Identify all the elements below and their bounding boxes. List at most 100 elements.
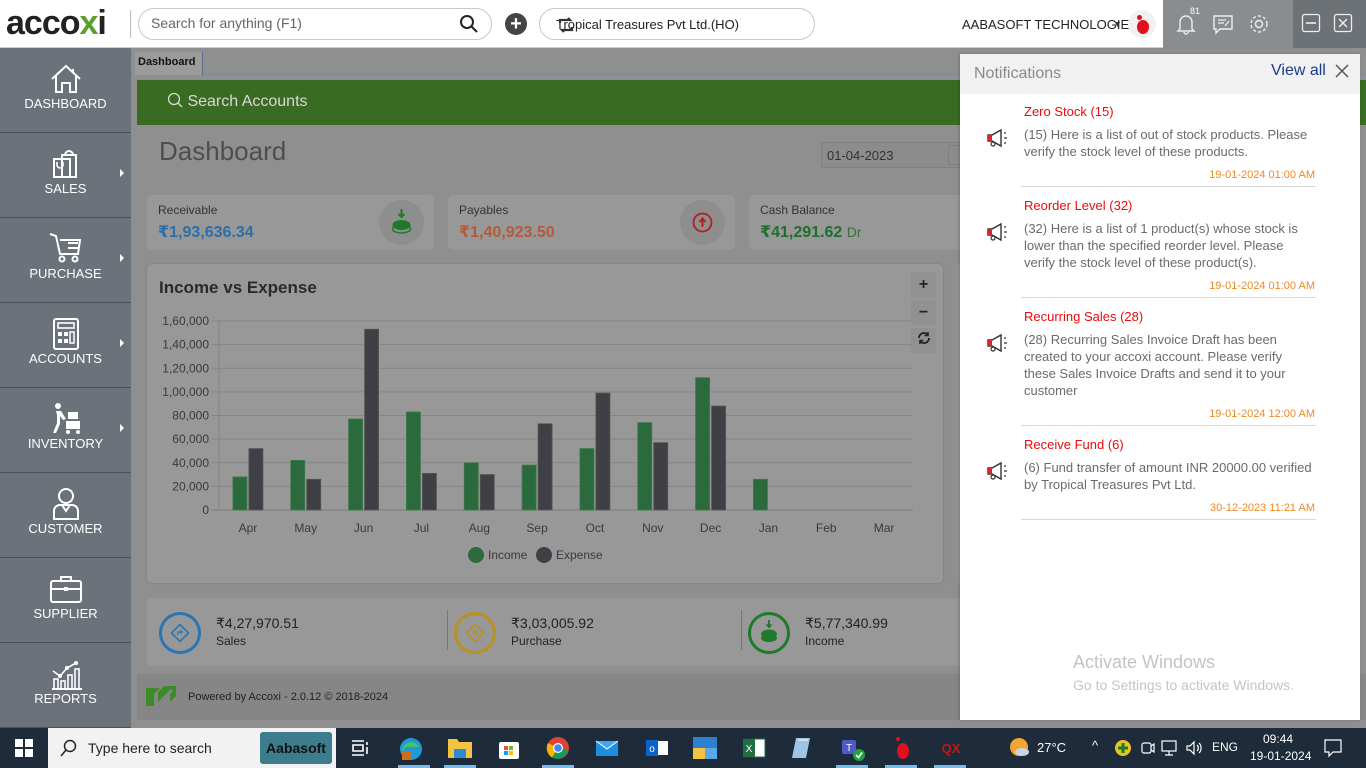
search-icon[interactable] <box>459 14 479 39</box>
y-tick-label: 40,000 <box>172 456 209 470</box>
view-all-link[interactable]: View all <box>1271 62 1326 80</box>
settings-gear-icon[interactable] <box>1248 13 1270 40</box>
divider <box>1021 425 1316 426</box>
global-search-box[interactable] <box>138 8 492 40</box>
volume-icon[interactable] <box>1185 738 1205 758</box>
calculator-icon <box>53 318 79 350</box>
notification-title[interactable]: Zero Stock (15) <box>1024 104 1114 119</box>
app-tile-icon[interactable] <box>693 736 717 760</box>
window-controls <box>1293 0 1366 48</box>
x-tick-label: Nov <box>642 521 663 535</box>
global-search-input[interactable] <box>151 15 451 31</box>
x-tick-label: Feb <box>816 521 837 535</box>
show-hidden-icons-chevron[interactable]: ^ <box>1092 738 1098 753</box>
search-accounts-placeholder: Search Accounts <box>187 93 308 110</box>
sidebar-item-dashboard[interactable]: DASHBOARD <box>0 48 131 133</box>
chart-zoom-in-button[interactable]: + <box>911 272 936 297</box>
sidebar-item-label: DASHBOARD <box>24 96 107 111</box>
bar-expense <box>422 472 437 511</box>
teams-icon[interactable]: T <box>840 736 865 761</box>
tray-app-icon[interactable] <box>1113 738 1133 758</box>
network-icon[interactable] <box>1160 738 1180 758</box>
notification-title[interactable]: Reorder Level (32) <box>1024 198 1132 213</box>
receivable-card[interactable]: Receivable ₹1,93,636.34 <box>147 195 434 250</box>
input-language[interactable]: ENG <box>1212 740 1238 754</box>
sidebar-item-customer[interactable]: CUSTOMER <box>0 473 131 558</box>
search-accounts-field[interactable]: Search Accounts <box>167 92 308 111</box>
y-tick-label: 1,00,000 <box>162 385 209 399</box>
accoxi-logo[interactable]: accoxi <box>6 4 107 43</box>
refresh-icon <box>917 332 930 344</box>
task-view-icon[interactable] <box>348 736 372 760</box>
y-tick-label: 1,40,000 <box>162 338 209 352</box>
chart-zoom-out-button[interactable]: − <box>911 300 936 325</box>
summary-amount: ₹3,03,005.92 <box>511 615 594 631</box>
megaphone-icon <box>985 333 1011 358</box>
notification-count-badge: 81 <box>1190 6 1201 16</box>
watermark-line2: Go to Settings to activate Windows. <box>1073 677 1294 693</box>
app-window: accoxi + Tropical Treasures Pvt Ltd.(HO)… <box>0 0 1366 768</box>
submenu-arrow-icon <box>120 169 124 177</box>
notification-date: 19-01-2024 01:00 AM <box>1209 280 1315 292</box>
sidebar-item-accounts[interactable]: ACCOUNTS <box>0 303 131 388</box>
sidebar-item-purchase[interactable]: PURCHASE <box>0 218 131 303</box>
meet-now-icon[interactable] <box>1140 738 1156 758</box>
clock-date[interactable]: 19-01-2024 <box>1250 749 1311 763</box>
y-tick-label: 0 <box>202 503 209 517</box>
megaphone-icon <box>985 128 1011 153</box>
weather-icon[interactable] <box>1007 736 1031 760</box>
notification-title[interactable]: Receive Fund (6) <box>1024 437 1124 452</box>
minimize-icon[interactable] <box>1301 13 1321 38</box>
top-bar: accoxi + Tropical Treasures Pvt Ltd.(HO)… <box>0 0 1366 48</box>
sidebar-item-label: INVENTORY <box>27 436 104 451</box>
bell-icon[interactable] <box>1176 13 1196 40</box>
summary-purchase[interactable]: ₹3,03,005.92 Purchase <box>442 598 732 666</box>
caret-down-icon[interactable]: ▼ <box>1113 19 1122 29</box>
company-selector[interactable]: Tropical Treasures Pvt Ltd.(HO) <box>539 8 815 40</box>
sidebar-item-supplier[interactable]: SUPPLIER <box>0 558 131 643</box>
payables-card[interactable]: Payables ₹1,40,923.50 <box>448 195 735 250</box>
user-avatar[interactable] <box>1128 10 1156 38</box>
outlook-icon[interactable]: o <box>645 736 669 760</box>
edge-browser-icon[interactable] <box>398 736 422 760</box>
x-tick-label: Jul <box>414 521 429 535</box>
chrome-browser-icon[interactable] <box>546 736 570 760</box>
aabasoft-app-icon[interactable] <box>890 736 914 760</box>
excel-icon[interactable]: X <box>742 736 766 760</box>
sidebar-item-sales[interactable]: SALES <box>0 133 131 218</box>
organization-name[interactable]: AABASOFT TECHNOLOGIES <box>962 17 1138 32</box>
feedback-icon[interactable] <box>1212 13 1234 40</box>
notifications-header: Notifications View all <box>960 54 1360 94</box>
bar-expense <box>306 478 322 511</box>
switch-company-icon[interactable] <box>556 15 804 38</box>
tab-dashboard[interactable]: Dashboard <box>135 52 203 75</box>
notification-body: (15) Here is a list of out of stock prod… <box>1024 127 1308 159</box>
notification-date: 19-01-2024 01:00 AM <box>1209 169 1315 181</box>
qx-app-icon[interactable]: QX <box>938 736 962 760</box>
sidebar-item-reports[interactable]: REPORTS <box>0 643 131 728</box>
date-from-picker[interactable]: 01-04-2023 <box>821 142 962 168</box>
file-explorer-icon[interactable] <box>447 736 472 760</box>
microsoft-store-icon[interactable] <box>497 736 521 760</box>
bar-income <box>695 377 710 511</box>
bar-expense <box>537 423 553 511</box>
mail-icon[interactable] <box>595 736 619 760</box>
svg-text:X: X <box>746 744 753 755</box>
notepad-icon[interactable] <box>790 736 814 760</box>
bar-income <box>753 478 768 511</box>
chart-reset-button[interactable] <box>911 328 936 353</box>
clock-time[interactable]: 09:44 <box>1263 732 1293 746</box>
action-center-icon[interactable] <box>1323 738 1343 758</box>
close-window-icon[interactable] <box>1333 13 1353 38</box>
notifications-title: Notifications <box>974 65 1062 82</box>
sidebar-item-label: SUPPLIER <box>33 606 98 621</box>
close-icon[interactable] <box>1334 63 1350 84</box>
summary-sales[interactable]: ₹4,27,970.51 Sales <box>147 598 437 666</box>
megaphone-icon <box>985 222 1011 247</box>
aabasoft-taskbar-button[interactable]: Aabasoft <box>260 732 332 764</box>
sidebar-item-inventory[interactable]: INVENTORY <box>0 388 131 473</box>
windows-start-icon[interactable] <box>14 736 38 760</box>
add-new-button[interactable]: + <box>505 13 527 35</box>
notification-title[interactable]: Recurring Sales (28) <box>1024 309 1143 324</box>
stat-value: ₹1,40,923.50 <box>459 224 555 241</box>
